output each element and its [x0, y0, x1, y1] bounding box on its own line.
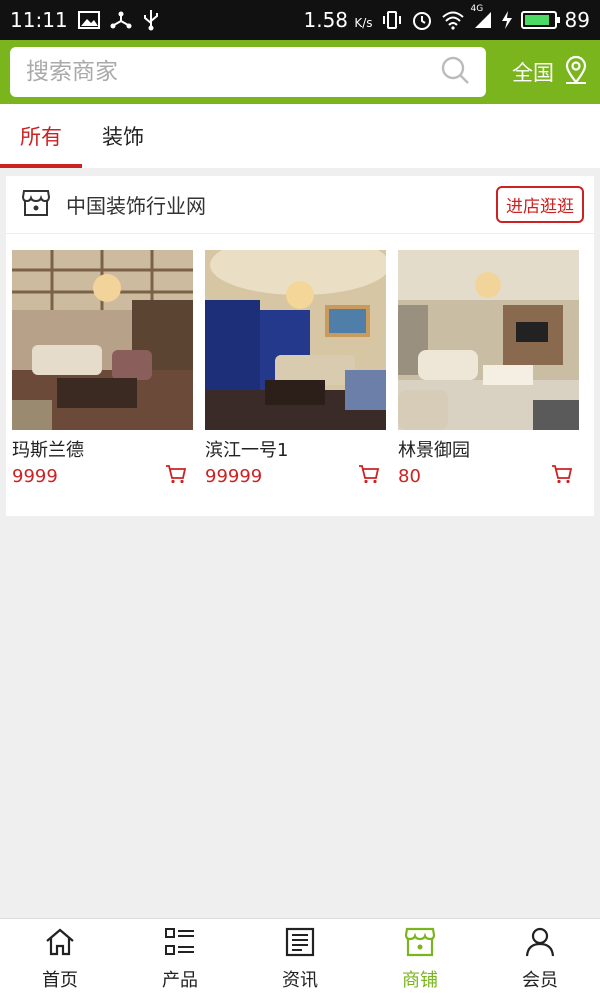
product-card[interactable]: 林景御园 80 — [398, 250, 579, 488]
region-label: 全国 — [512, 61, 554, 85]
product-name[interactable]: 玛斯兰德 — [12, 436, 193, 462]
product-price: 9999 — [12, 465, 58, 487]
battery-fill — [524, 15, 550, 25]
product-price: 80 — [398, 465, 421, 487]
nav-stores-label: 商铺 — [402, 970, 438, 991]
bottom-nav: 首页 产品 资讯 商铺 会员 — [0, 918, 600, 1000]
tab-decoration[interactable]: 装饰 — [82, 104, 164, 168]
shop-card: 中国装饰行业网 进店逛逛 玛斯兰德 9999 滨江一号1 99999 林景御园 … — [6, 176, 594, 516]
nav-stores[interactable]: 商铺 — [360, 919, 480, 1000]
location-pin-icon — [562, 55, 590, 90]
product-image[interactable] — [398, 250, 579, 430]
usb-icon — [142, 9, 160, 31]
nav-news[interactable]: 资讯 — [240, 919, 360, 1000]
nav-home[interactable]: 首页 — [0, 919, 120, 1000]
store-icon — [20, 187, 52, 223]
user-icon — [524, 927, 556, 962]
tab-all-label: 所有 — [20, 125, 62, 149]
product-card[interactable]: 滨江一号1 99999 — [205, 250, 386, 488]
charging-icon — [501, 10, 513, 30]
product-price: 99999 — [205, 465, 263, 487]
status-right: 1.58 K/s 4G 89 — [303, 4, 590, 32]
search-input[interactable] — [26, 59, 440, 85]
home-icon — [44, 927, 76, 962]
product-image[interactable] — [205, 250, 386, 430]
enter-shop-button[interactable]: 进店逛逛 — [496, 186, 584, 223]
nav-news-label: 资讯 — [282, 970, 318, 991]
product-name[interactable]: 林景御园 — [398, 436, 579, 462]
share-icon — [110, 10, 132, 30]
header: 全国 — [0, 40, 600, 104]
product-row: 9999 — [12, 464, 193, 488]
cart-icon[interactable] — [551, 464, 573, 488]
status-bar: 11:11 1.58 K/s 4G 89 — [0, 0, 600, 40]
store-icon — [404, 927, 436, 962]
search-box[interactable] — [10, 47, 486, 97]
product-list: 玛斯兰德 9999 滨江一号1 99999 林景御园 80 — [6, 234, 594, 488]
wifi-icon — [441, 10, 465, 30]
news-icon — [284, 927, 316, 962]
network-speed-value: 1.58 — [303, 8, 349, 32]
network-speed: 1.58 K/s — [303, 8, 372, 32]
battery-icon — [520, 11, 560, 29]
battery-percent: 89 — [564, 8, 590, 32]
product-card[interactable]: 玛斯兰德 9999 — [12, 250, 193, 488]
alarm-icon — [411, 9, 433, 31]
category-tabs: 所有 装饰 — [0, 104, 600, 168]
search-icon[interactable] — [440, 55, 470, 89]
shop-name[interactable]: 中国装饰行业网 — [66, 190, 206, 219]
image-icon — [77, 11, 100, 29]
product-image[interactable] — [12, 250, 193, 430]
status-left: 11:11 — [10, 8, 160, 32]
status-time: 11:11 — [10, 8, 68, 32]
nav-products[interactable]: 产品 — [120, 919, 240, 1000]
network-speed-unit: K/s — [354, 16, 373, 30]
network-type: 4G — [470, 4, 484, 14]
nav-products-label: 产品 — [162, 970, 198, 991]
list-icon — [164, 927, 196, 962]
tab-decoration-label: 装饰 — [102, 125, 144, 149]
tab-all[interactable]: 所有 — [0, 104, 82, 168]
nav-member[interactable]: 会员 — [480, 919, 600, 1000]
cart-icon[interactable] — [358, 464, 380, 488]
nav-home-label: 首页 — [42, 970, 78, 991]
product-row: 99999 — [205, 464, 386, 488]
product-name[interactable]: 滨江一号1 — [205, 436, 386, 462]
cart-icon[interactable] — [165, 464, 187, 488]
product-row: 80 — [398, 464, 579, 488]
signal-icon: 4G — [471, 4, 493, 30]
region-selector[interactable]: 全国 — [512, 55, 590, 90]
nav-member-label: 会员 — [522, 970, 558, 991]
shop-header: 中国装饰行业网 进店逛逛 — [6, 176, 594, 234]
vibrate-icon — [381, 10, 403, 30]
